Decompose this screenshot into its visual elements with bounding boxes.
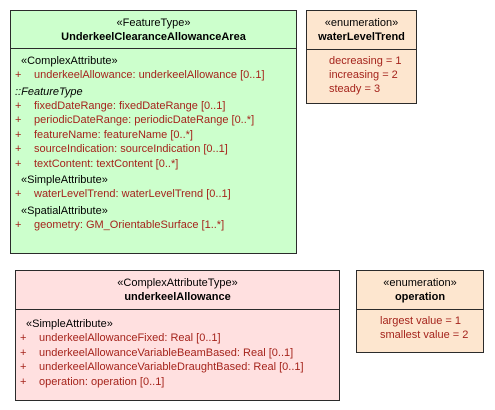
stereotype-label: «ComplexAttributeType» xyxy=(117,277,238,289)
attribute-compartment: «SimpleAttribute» + underkeelAllowanceFixe… xyxy=(16,310,339,391)
attribute-group-label: «SimpleAttribute» xyxy=(21,174,108,186)
class-name: underkeelAllowance xyxy=(124,291,231,303)
attribute-row[interactable]: + featureName: featureName [0..*] xyxy=(15,128,292,143)
visibility-marker: + xyxy=(15,188,22,200)
attribute-row[interactable]: + fixedDateRange: fixedDateRange [0..1] xyxy=(15,99,292,114)
attribute-row[interactable]: + underkeelAllowanceVariableDraughtBased:… xyxy=(20,360,335,375)
attribute-group-label: «ComplexAttribute» xyxy=(21,55,118,67)
literal-compartment: decreasing = 1 increasing = 2 steady = 3 xyxy=(307,50,416,96)
class-underkeel-clearance-allowance-area[interactable]: «FeatureType» UnderkeelClearanceAllowanc… xyxy=(10,10,297,254)
enum-header: «enumeration» waterLevelTrend xyxy=(307,11,416,50)
visibility-marker: + xyxy=(20,332,27,344)
enum-literal: smallest value = 2 xyxy=(380,329,469,341)
attribute-group-label: ::FeatureType xyxy=(15,85,83,98)
attribute-row[interactable]: + geometry: GM_OrientableSurface [1..*] xyxy=(15,218,292,233)
visibility-marker: + xyxy=(15,218,22,231)
attribute-text: geometry: GM_OrientableSurface [1..*] xyxy=(34,218,225,231)
enum-name: waterLevelTrend xyxy=(318,31,405,43)
attribute-group-label: «SimpleAttribute» xyxy=(26,318,113,330)
attribute-text: sourceIndication: sourceIndication [0..1… xyxy=(34,143,228,155)
enum-header: «enumeration» operation xyxy=(357,271,483,310)
visibility-marker: + xyxy=(20,361,27,373)
attribute-row[interactable]: + sourceIndication: sourceIndication [0..… xyxy=(15,142,292,157)
attribute-row[interactable]: + textContent: textContent [0..*] xyxy=(15,157,292,172)
visibility-marker: + xyxy=(15,157,22,170)
attribute-row[interactable]: + operation: operation [0..1] xyxy=(20,375,335,390)
class-header: «ComplexAttributeType» underkeelAllowanc… xyxy=(16,271,339,310)
class-name: UnderkeelClearanceAllowanceArea xyxy=(61,31,246,43)
visibility-marker: + xyxy=(15,99,22,112)
attribute-compartment: «ComplexAttribute» + underkeelAllowance: u… xyxy=(11,49,296,234)
enum-literal: decreasing = 1 xyxy=(329,55,402,67)
attribute-row[interactable]: + waterLevelTrend: waterLevelTrend [0..1] xyxy=(15,187,292,202)
visibility-marker: + xyxy=(15,143,22,155)
stereotype-label: «enumeration» xyxy=(324,17,399,29)
attribute-text: periodicDateRange: periodicDateRange [0.… xyxy=(34,114,255,126)
attribute-text: operation: operation [0..1] xyxy=(39,375,165,388)
attribute-text: fixedDateRange: fixedDateRange [0..1] xyxy=(34,99,226,112)
attribute-text: underkeelAllowance: underkeelAllowance [… xyxy=(34,69,265,81)
attribute-text: featureName: featureName [0..*] xyxy=(34,128,193,141)
attribute-text: underkeelAllowanceVariableBeamBased: Rea… xyxy=(39,346,294,359)
enum-operation[interactable]: «enumeration» operation largest value = … xyxy=(356,270,484,353)
enum-literal: steady = 3 xyxy=(329,83,381,95)
visibility-marker: + xyxy=(15,69,22,81)
attribute-row[interactable]: + periodicDateRange: periodicDateRange [0… xyxy=(15,113,292,128)
attribute-text: textContent: textContent [0..*] xyxy=(34,157,179,170)
attribute-text: underkeelAllowanceFixed: Real [0..1] xyxy=(39,332,221,344)
visibility-marker: + xyxy=(20,375,27,388)
literal-compartment: largest value = 1 smallest value = 2 xyxy=(357,310,483,342)
attribute-text: waterLevelTrend: waterLevelTrend [0..1] xyxy=(34,188,231,200)
visibility-marker: + xyxy=(20,346,27,359)
attribute-row[interactable]: + underkeelAllowanceFixed: Real [0..1] xyxy=(20,331,335,346)
attribute-group-label: «SpatialAttribute» xyxy=(21,204,108,217)
enum-name: operation xyxy=(394,291,446,303)
visibility-marker: + xyxy=(15,114,22,126)
attribute-row[interactable]: + underkeelAllowance: underkeelAllowance … xyxy=(15,68,292,83)
visibility-marker: + xyxy=(15,128,22,141)
class-header: «FeatureType» UnderkeelClearanceAllowanc… xyxy=(11,11,296,49)
attribute-text: underkeelAllowanceVariableDraughtBased: … xyxy=(39,361,304,373)
enum-water-level-trend[interactable]: «enumeration» waterLevelTrend decreasing… xyxy=(306,10,417,104)
enum-literal: largest value = 1 xyxy=(380,315,462,327)
stereotype-label: «enumeration» xyxy=(383,277,457,289)
enum-literal: increasing = 2 xyxy=(329,69,398,81)
stereotype-label: «FeatureType» xyxy=(116,17,191,29)
class-underkeel-allowance[interactable]: «ComplexAttributeType» underkeelAllowanc… xyxy=(15,270,340,401)
attribute-row[interactable]: + underkeelAllowanceVariableBeamBased: Re… xyxy=(20,346,335,361)
